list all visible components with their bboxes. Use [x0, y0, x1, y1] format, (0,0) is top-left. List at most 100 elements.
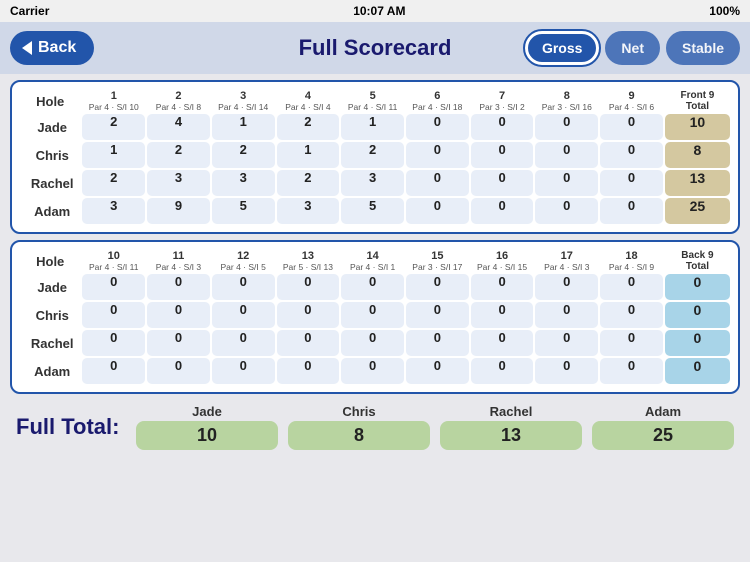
- adam-h9[interactable]: 0: [600, 198, 663, 224]
- net-button[interactable]: Net: [605, 31, 660, 65]
- gross-button[interactable]: Gross: [525, 31, 599, 65]
- adam-h17[interactable]: 0: [535, 358, 598, 384]
- adam-h6[interactable]: 0: [406, 198, 469, 224]
- hole16-header: 16Par 4 · S/I 15: [471, 250, 534, 272]
- rachel-h9[interactable]: 0: [600, 170, 663, 196]
- adam-h16[interactable]: 0: [471, 358, 534, 384]
- full-total-label: Full Total:: [16, 414, 126, 440]
- back9-section: Hole 10Par 4 · S/I 11 11Par 4 · S/I 3 12…: [10, 240, 740, 394]
- chris-h6[interactable]: 0: [406, 142, 469, 168]
- chris-h7[interactable]: 0: [471, 142, 534, 168]
- adam-h13[interactable]: 0: [277, 358, 340, 384]
- rachel-total-name: Rachel: [490, 404, 533, 419]
- jade-h5[interactable]: 1: [341, 114, 404, 140]
- adam-h11[interactable]: 0: [147, 358, 210, 384]
- rachel-h2[interactable]: 3: [147, 170, 210, 196]
- rachel-h1[interactable]: 2: [82, 170, 145, 196]
- table-row: Rachel 2 3 3 2 3 0 0 0 0 13: [20, 170, 730, 196]
- rachel-h12[interactable]: 0: [212, 330, 275, 356]
- chris-total-group: Chris 8: [288, 404, 430, 450]
- chris-total-name: Chris: [342, 404, 375, 419]
- adam-full-total: 25: [592, 421, 734, 450]
- rachel-h7[interactable]: 0: [471, 170, 534, 196]
- rachel-h8[interactable]: 0: [535, 170, 598, 196]
- table-row: Chris 0 0 0 0 0 0 0 0 0 0: [20, 302, 730, 328]
- chris-h2[interactable]: 2: [147, 142, 210, 168]
- time-label: 10:07 AM: [353, 4, 405, 18]
- rachel-h3[interactable]: 3: [212, 170, 275, 196]
- jade-h7[interactable]: 0: [471, 114, 534, 140]
- chris-h11[interactable]: 0: [147, 302, 210, 328]
- hole1-header: 1Par 4 · S/I 10: [82, 90, 145, 112]
- adam-h8[interactable]: 0: [535, 198, 598, 224]
- jade-h4[interactable]: 2: [277, 114, 340, 140]
- rachel-h17[interactable]: 0: [535, 330, 598, 356]
- jade-h13[interactable]: 0: [277, 274, 340, 300]
- jade-h10[interactable]: 0: [82, 274, 145, 300]
- rachel-h5[interactable]: 3: [341, 170, 404, 196]
- chris-h9[interactable]: 0: [600, 142, 663, 168]
- table-row: Jade 2 4 1 2 1 0 0 0 0 10: [20, 114, 730, 140]
- chris-h15[interactable]: 0: [406, 302, 469, 328]
- hole8-header: 8Par 3 · S/I 16: [535, 90, 598, 112]
- rachel-h10[interactable]: 0: [82, 330, 145, 356]
- adam-h10[interactable]: 0: [82, 358, 145, 384]
- jade-h8[interactable]: 0: [535, 114, 598, 140]
- jade-h3[interactable]: 1: [212, 114, 275, 140]
- stable-button[interactable]: Stable: [666, 31, 740, 65]
- chris-h10[interactable]: 0: [82, 302, 145, 328]
- main-content: Hole 1Par 4 · S/I 10 2Par 4 · S/I 8 3Par…: [0, 74, 750, 460]
- adam-h14[interactable]: 0: [341, 358, 404, 384]
- adam-h3[interactable]: 5: [212, 198, 275, 224]
- rachel-h6[interactable]: 0: [406, 170, 469, 196]
- adam-h15[interactable]: 0: [406, 358, 469, 384]
- adam-h4[interactable]: 3: [277, 198, 340, 224]
- adam-h7[interactable]: 0: [471, 198, 534, 224]
- chris-h16[interactable]: 0: [471, 302, 534, 328]
- chris-h14[interactable]: 0: [341, 302, 404, 328]
- back-button[interactable]: Back: [10, 31, 94, 65]
- jade-h9[interactable]: 0: [600, 114, 663, 140]
- rachel-h13[interactable]: 0: [277, 330, 340, 356]
- chris-h3[interactable]: 2: [212, 142, 275, 168]
- chris-h13[interactable]: 0: [277, 302, 340, 328]
- chris-h12[interactable]: 0: [212, 302, 275, 328]
- chris-h8[interactable]: 0: [535, 142, 598, 168]
- jade-name: Jade: [20, 114, 80, 140]
- jade-h15[interactable]: 0: [406, 274, 469, 300]
- rachel-name: Rachel: [20, 170, 80, 196]
- rachel-h4[interactable]: 2: [277, 170, 340, 196]
- jade-h16[interactable]: 0: [471, 274, 534, 300]
- rachel-h14[interactable]: 0: [341, 330, 404, 356]
- hole4-header: 4Par 4 · S/I 4: [277, 90, 340, 112]
- adam-h12[interactable]: 0: [212, 358, 275, 384]
- jade-h17[interactable]: 0: [535, 274, 598, 300]
- rachel-h16[interactable]: 0: [471, 330, 534, 356]
- jade-h18[interactable]: 0: [600, 274, 663, 300]
- chris-name: Chris: [20, 142, 80, 168]
- adam-h1[interactable]: 3: [82, 198, 145, 224]
- hole5-header: 5Par 4 · S/I 11: [341, 90, 404, 112]
- chris-h5[interactable]: 2: [341, 142, 404, 168]
- jade-h1[interactable]: 2: [82, 114, 145, 140]
- jade-h2[interactable]: 4: [147, 114, 210, 140]
- rachel-h15[interactable]: 0: [406, 330, 469, 356]
- hole9-header: 9Par 4 · S/I 6: [600, 90, 663, 112]
- adam-h18[interactable]: 0: [600, 358, 663, 384]
- rachel-h11[interactable]: 0: [147, 330, 210, 356]
- jade-h11[interactable]: 0: [147, 274, 210, 300]
- hole14-header: 14Par 4 · S/I 1: [341, 250, 404, 272]
- jade-h14[interactable]: 0: [341, 274, 404, 300]
- chris-h18[interactable]: 0: [600, 302, 663, 328]
- adam-h2[interactable]: 9: [147, 198, 210, 224]
- rachel-h18[interactable]: 0: [600, 330, 663, 356]
- chris-h17[interactable]: 0: [535, 302, 598, 328]
- chris-h4[interactable]: 1: [277, 142, 340, 168]
- table-row: Adam 0 0 0 0 0 0 0 0 0 0: [20, 358, 730, 384]
- adam-name: Adam: [20, 198, 80, 224]
- jade-h6[interactable]: 0: [406, 114, 469, 140]
- adam-h5[interactable]: 5: [341, 198, 404, 224]
- jade-h12[interactable]: 0: [212, 274, 275, 300]
- chris-h1[interactable]: 1: [82, 142, 145, 168]
- front9-section: Hole 1Par 4 · S/I 10 2Par 4 · S/I 8 3Par…: [10, 80, 740, 234]
